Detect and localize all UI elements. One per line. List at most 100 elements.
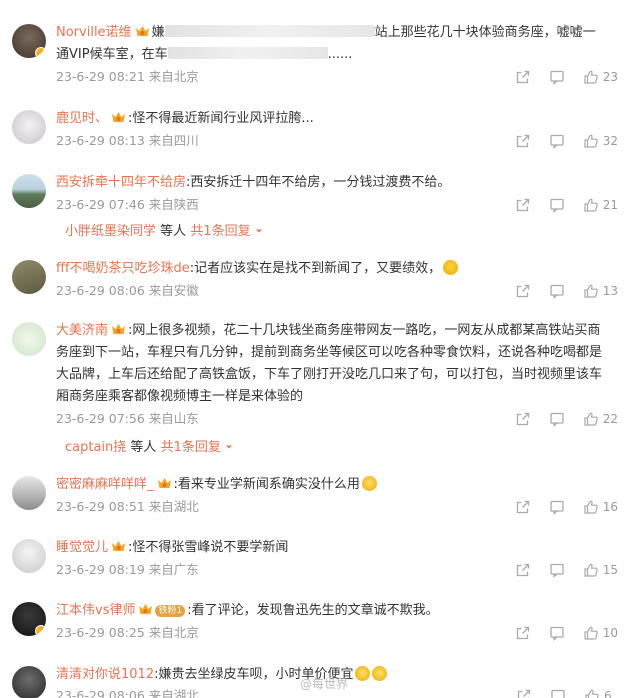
avatar[interactable] bbox=[12, 539, 46, 573]
comment-text: fff不喝奶茶只吃珍珠de:记者应该实在是找不到新闻了，又要绩效， bbox=[56, 258, 618, 280]
comment-text: 密密麻麻咩咩咩_:看来专业学新闻系确实没什么用 bbox=[56, 474, 618, 496]
share-button[interactable] bbox=[515, 69, 531, 85]
like-icon bbox=[584, 688, 600, 698]
emoji-icon bbox=[372, 666, 388, 681]
comment-button[interactable] bbox=[550, 688, 566, 698]
reply-count-link[interactable]: 共1条回复 bbox=[161, 440, 221, 455]
like-button[interactable]: 23 bbox=[583, 69, 618, 85]
comment-button[interactable] bbox=[549, 69, 565, 85]
reply-count-link[interactable]: 共1条回复 bbox=[190, 224, 250, 239]
comment-username[interactable]: fff不喝奶茶只吃珍珠de bbox=[56, 261, 190, 276]
like-icon bbox=[583, 69, 599, 85]
comment-button[interactable] bbox=[549, 499, 565, 515]
comment-text: 大美济南:网上很多视频，花二十几块钱坐商务座带网友一路吃，一网友从成都某高铁站买… bbox=[56, 323, 603, 404]
comment-text: Norville诺维嫌站上那些花几十块体验商务座，嘘嘘一 通VIP候车室，在车.… bbox=[56, 25, 596, 62]
like-button[interactable]: 16 bbox=[583, 499, 618, 515]
comment-username[interactable]: Norville诺维 bbox=[56, 25, 132, 40]
chevron-down-icon bbox=[224, 442, 234, 452]
comment-button[interactable] bbox=[549, 133, 565, 149]
reply-summary[interactable]: captain挠 等人 共1条回复 bbox=[65, 439, 234, 457]
share-button[interactable] bbox=[515, 562, 531, 578]
share-button[interactable] bbox=[516, 688, 532, 698]
comment-meta: 23-6-29 08:13 来自四川 bbox=[56, 133, 199, 148]
share-icon bbox=[515, 69, 531, 85]
avatar[interactable] bbox=[12, 666, 46, 698]
comment-icon bbox=[549, 411, 565, 427]
like-count: 13 bbox=[602, 284, 618, 298]
comment-username[interactable]: 大美济南 bbox=[56, 323, 108, 338]
comment-meta: 23-6-29 08:06 来自湖北 bbox=[56, 688, 199, 698]
comment-meta: 23-6-29 07:56 来自山东 bbox=[56, 411, 199, 426]
avatar[interactable] bbox=[12, 174, 46, 208]
medal-icon bbox=[157, 477, 172, 490]
like-icon bbox=[583, 562, 599, 578]
like-button[interactable]: 32 bbox=[583, 133, 618, 149]
like-count: 10 bbox=[602, 626, 618, 640]
share-button[interactable] bbox=[515, 411, 531, 427]
share-button[interactable] bbox=[515, 625, 531, 641]
watermark: @每世界 bbox=[300, 677, 349, 691]
avatar[interactable] bbox=[12, 602, 46, 636]
share-icon bbox=[515, 133, 531, 149]
comment-text: 江本伟vs律师 铁粉1:看了评论，发现鲁迅先生的文章诚不欺我。 bbox=[56, 603, 439, 618]
medal-icon bbox=[135, 25, 150, 38]
comment-username[interactable]: 西安拆牵十四年不给房 bbox=[56, 175, 186, 190]
comment-icon bbox=[549, 69, 565, 85]
comment-username[interactable]: 清清对你说1012 bbox=[56, 667, 154, 682]
blurred-text bbox=[167, 47, 328, 59]
medal-icon bbox=[111, 540, 126, 553]
vip-badge-icon bbox=[35, 47, 46, 58]
avatar[interactable] bbox=[12, 476, 46, 510]
like-count: 32 bbox=[602, 134, 618, 148]
avatar[interactable] bbox=[12, 260, 46, 294]
share-icon bbox=[515, 411, 531, 427]
comment-button[interactable] bbox=[549, 562, 565, 578]
comment-meta: 23-6-29 08:51 来自湖北 bbox=[56, 499, 199, 514]
fan-badge: 铁粉1 bbox=[155, 605, 186, 617]
comment-meta: 23-6-29 08:25 来自北京 bbox=[56, 625, 199, 640]
like-button[interactable]: 6 bbox=[584, 688, 618, 698]
like-button[interactable]: 10 bbox=[583, 625, 618, 641]
like-button[interactable]: 22 bbox=[583, 411, 618, 427]
share-button[interactable] bbox=[515, 133, 531, 149]
emoji-icon bbox=[443, 260, 459, 275]
like-count: 6 bbox=[604, 689, 612, 698]
comment-button[interactable] bbox=[549, 283, 565, 299]
comment-text: 睡觉觉儿:怪不得张雪峰说不要学新闻 bbox=[56, 540, 289, 555]
share-icon bbox=[515, 562, 531, 578]
like-button[interactable]: 15 bbox=[583, 562, 618, 578]
blurred-text bbox=[164, 25, 375, 37]
comment-icon bbox=[550, 688, 566, 698]
comment-button[interactable] bbox=[549, 197, 565, 213]
reply-summary[interactable]: 小胖纸墨染同学 等人 共1条回复 bbox=[65, 223, 264, 241]
share-button[interactable] bbox=[515, 499, 531, 515]
like-icon bbox=[583, 499, 599, 515]
share-button[interactable] bbox=[515, 283, 531, 299]
comment-icon bbox=[549, 562, 565, 578]
avatar[interactable] bbox=[12, 24, 46, 58]
comment-icon bbox=[549, 283, 565, 299]
comment-button[interactable] bbox=[549, 625, 565, 641]
reply-username[interactable]: 小胖纸墨染同学 bbox=[65, 224, 156, 239]
comment-username[interactable]: 鹿见时、 bbox=[56, 111, 108, 126]
like-count: 15 bbox=[602, 563, 618, 577]
comment-username[interactable]: 睡觉觉儿 bbox=[56, 540, 108, 555]
comment-icon bbox=[549, 197, 565, 213]
like-count: 16 bbox=[602, 500, 618, 514]
comment-button[interactable] bbox=[549, 411, 565, 427]
comment-icon bbox=[549, 625, 565, 641]
medal-icon bbox=[111, 323, 126, 336]
comment-text: 西安拆牵十四年不给房:西安拆迁十四年不给房，一分钱过渡费不给。 bbox=[56, 175, 451, 190]
like-icon bbox=[583, 283, 599, 299]
avatar[interactable] bbox=[12, 322, 46, 356]
comment-text: 鹿见时、:怪不得最近新闻行业风评拉胯... bbox=[56, 111, 314, 126]
like-button[interactable]: 13 bbox=[583, 283, 618, 299]
avatar[interactable] bbox=[12, 110, 46, 144]
reply-username[interactable]: captain挠 bbox=[65, 440, 126, 455]
like-count: 22 bbox=[602, 412, 618, 426]
share-button[interactable] bbox=[515, 197, 531, 213]
like-icon bbox=[583, 197, 599, 213]
comment-username[interactable]: 江本伟vs律师 bbox=[56, 603, 135, 618]
like-button[interactable]: 21 bbox=[583, 197, 618, 213]
comment-username[interactable]: 密密麻麻咩咩咩_ bbox=[56, 477, 154, 492]
